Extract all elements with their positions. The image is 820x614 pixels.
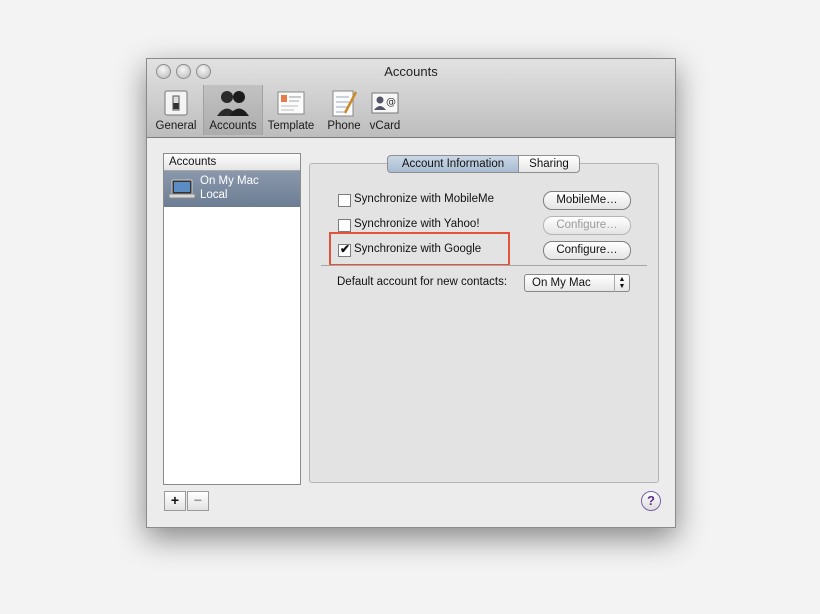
remove-account-button[interactable]: −: [187, 491, 209, 511]
mobileme-button[interactable]: MobileMe…: [543, 191, 631, 210]
notepad-pencil-icon: [332, 90, 358, 117]
configure-yahoo-button[interactable]: Configure…: [543, 216, 631, 235]
people-icon: [217, 91, 249, 116]
sync-mobileme-checkbox[interactable]: [338, 194, 351, 207]
sync-yahoo-label: Synchronize with Yahoo!: [354, 218, 480, 230]
toolbar-vcard[interactable]: @ vCard: [367, 85, 403, 135]
default-account-value: On My Mac: [532, 277, 591, 289]
toolbar-accounts-label: Accounts: [209, 120, 257, 132]
default-account-select[interactable]: On My Mac ▲ ▼: [524, 274, 630, 292]
account-item-name: On My Mac: [200, 175, 259, 187]
title-bar: Accounts General Accounts Template Phone…: [147, 59, 675, 138]
card-template-icon: [277, 91, 305, 115]
toolbar-general-label: General: [155, 120, 197, 132]
accounts-list: Accounts On My Mac Local: [163, 153, 301, 485]
tab-account-information[interactable]: Account Information: [387, 155, 519, 173]
section-divider: [321, 265, 647, 266]
checkmark-icon: ✔: [340, 242, 351, 256]
toolbar-template[interactable]: Template: [263, 85, 319, 135]
vcard-icon: @: [371, 92, 399, 114]
window-title: Accounts: [384, 64, 438, 79]
switch-icon: [164, 90, 188, 116]
add-account-button[interactable]: +: [164, 491, 186, 511]
toolbar-vcard-label: vCard: [369, 120, 401, 132]
toolbar-template-label: Template: [267, 120, 315, 132]
sync-yahoo-checkbox[interactable]: [338, 219, 351, 232]
sync-google-checkbox[interactable]: ✔: [338, 242, 351, 257]
toolbar-phone[interactable]: Phone: [323, 85, 365, 135]
account-settings-panel: [309, 163, 659, 483]
account-item-on-my-mac[interactable]: On My Mac Local: [164, 171, 300, 207]
configure-google-button[interactable]: Configure…: [543, 241, 631, 260]
accounts-list-header: Accounts: [164, 154, 300, 171]
svg-text:@: @: [386, 97, 396, 108]
help-button[interactable]: ?: [641, 491, 661, 511]
sync-mobileme-label: Synchronize with MobileMe: [354, 193, 494, 205]
toolbar-phone-label: Phone: [327, 120, 361, 132]
toolbar-accounts[interactable]: Accounts: [203, 85, 263, 135]
laptop-icon: [168, 179, 196, 199]
sync-google-label: Synchronize with Google: [354, 243, 482, 255]
account-item-subtitle: Local: [200, 189, 228, 201]
toolbar-general[interactable]: General: [153, 85, 199, 135]
tab-sharing[interactable]: Sharing: [518, 155, 580, 173]
default-account-label: Default account for new contacts:: [337, 276, 508, 288]
updown-arrows-icon: ▲ ▼: [614, 275, 629, 292]
accounts-window: Accounts General Accounts Template Phone…: [146, 58, 676, 528]
